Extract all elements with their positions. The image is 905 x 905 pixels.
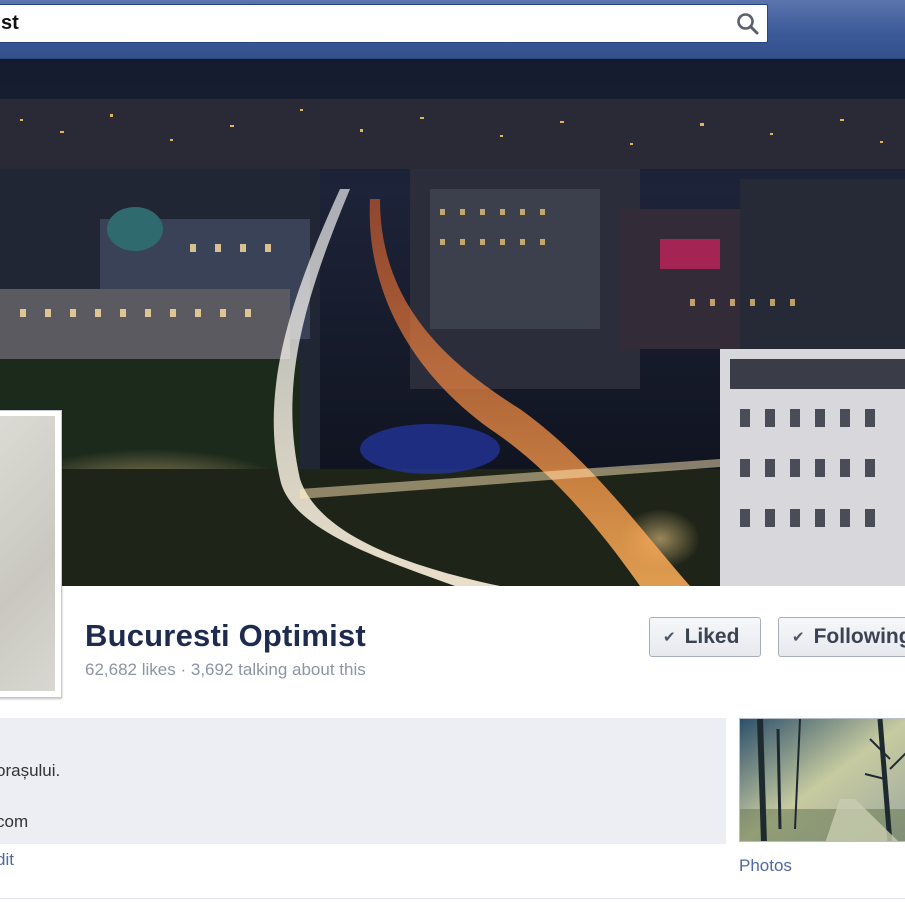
talking-about-count: 3,692 talking about this bbox=[190, 660, 366, 679]
profile-picture[interactable] bbox=[0, 410, 62, 698]
page-title[interactable]: Bucuresti Optimist bbox=[85, 618, 366, 654]
top-bar: st bbox=[0, 0, 905, 59]
search-input-value: st bbox=[1, 12, 19, 34]
likes-count[interactable]: 62,682 likes bbox=[85, 660, 176, 679]
about-website-link[interactable]: com bbox=[0, 812, 28, 832]
cover-photo[interactable] bbox=[0, 59, 905, 586]
photos-link[interactable]: Photos bbox=[739, 856, 792, 876]
about-edit-link[interactable]: dit bbox=[0, 850, 14, 870]
stats-separator: · bbox=[180, 660, 187, 679]
divider bbox=[0, 898, 905, 899]
checkmark-icon: ✔ bbox=[663, 629, 676, 646]
profile-image bbox=[0, 416, 55, 691]
following-button[interactable]: ✔ Following bbox=[778, 617, 905, 657]
liked-button-label: Liked bbox=[684, 625, 740, 648]
photos-thumbnail[interactable] bbox=[739, 718, 905, 842]
liked-button[interactable]: ✔ Liked bbox=[649, 617, 761, 657]
about-box bbox=[0, 718, 726, 844]
checkmark-icon: ✔ bbox=[792, 629, 805, 646]
page-stats: 62,682 likes · 3,692 talking about this bbox=[85, 660, 366, 680]
search-icon[interactable] bbox=[735, 11, 761, 37]
following-button-label: Following bbox=[813, 625, 905, 648]
about-description: orașului. bbox=[0, 761, 61, 780]
search-input[interactable]: st bbox=[0, 4, 768, 43]
